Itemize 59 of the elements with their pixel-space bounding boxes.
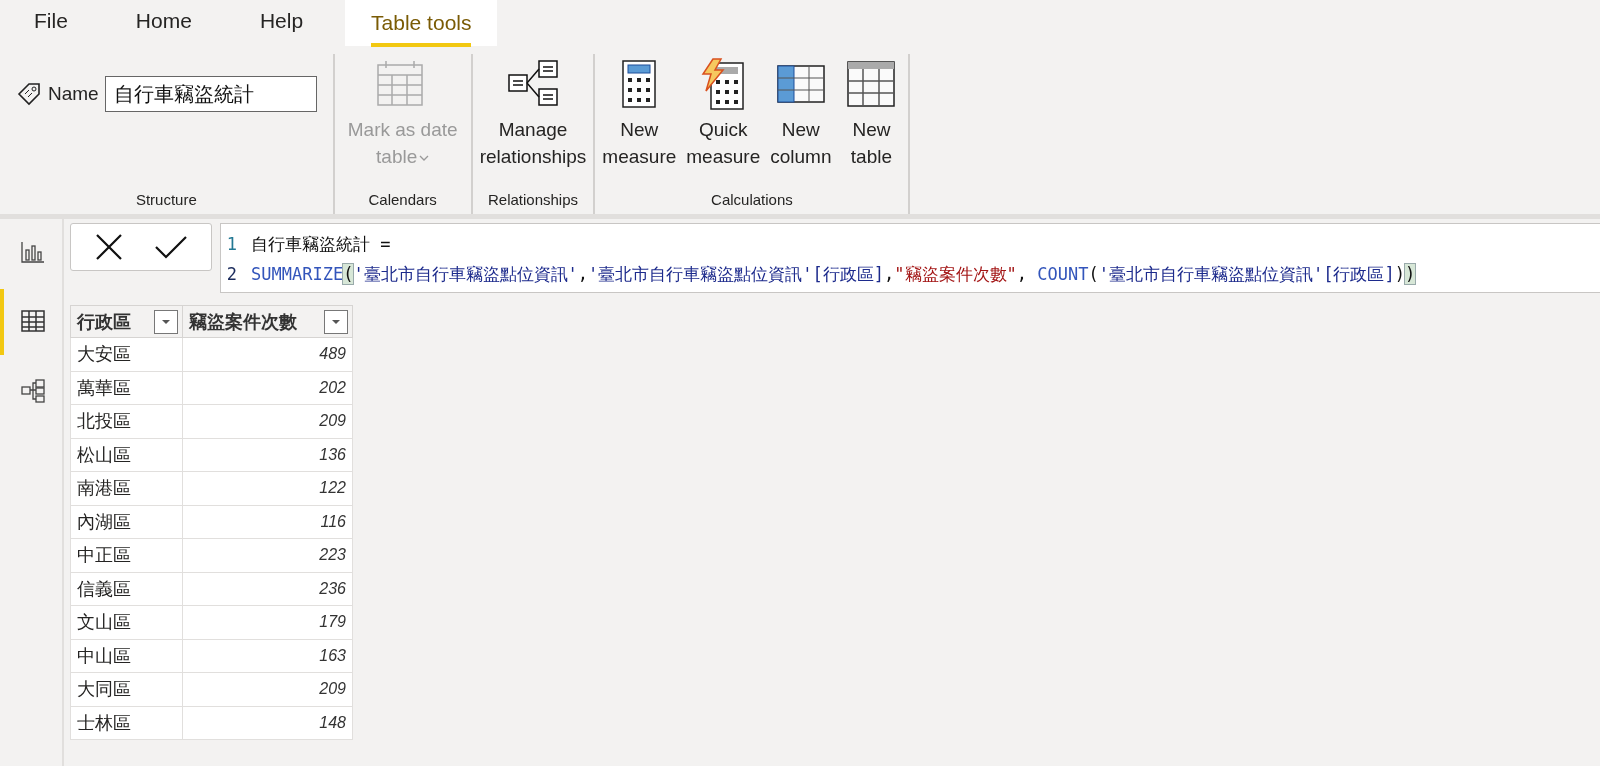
filter-dropdown-button[interactable] [324,309,348,334]
ribbon-button[interactable]: New table [838,56,905,172]
table-cell: 179 [182,605,353,639]
ribbon-tab[interactable]: Table tools [345,0,498,46]
table-cell: 116 [182,505,353,539]
group-label: Calendars [367,191,438,210]
calculator-icon [622,58,657,110]
code-line: SUMMARIZE('臺北市自行車竊盜點位資訊','臺北市自行車竊盜點位資訊'[行政區],"竊盜案件次數", COUNT('臺北市自行車竊盜點位資訊'[行政區])) [251,262,1416,286]
table-cell: 122 [182,471,353,505]
table-cell: 士林區 [70,706,183,740]
group-label: Relationships [487,191,580,210]
ribbon-tab[interactable]: Home [109,0,218,46]
table-cell: 松山區 [70,438,183,472]
code-line: 自行車竊盜統計 = [251,232,391,256]
table-cell: 136 [182,438,353,472]
ribbon-tab[interactable]: File [8,0,94,46]
table-cell: 中正區 [70,538,183,572]
line-number: 2 [225,264,237,284]
cancel-icon[interactable] [94,232,124,262]
table-cell: 大同區 [70,672,183,706]
lightning-calculator-icon [701,58,746,110]
column-header[interactable]: 竊盜案件次數 [182,305,353,338]
model-diagram-icon [21,379,45,403]
table-cell: 中山區 [70,639,183,673]
table-cell: 信義區 [70,572,183,606]
table-cell: 大安區 [70,337,183,371]
group-label: Structure [134,191,198,210]
ribbon-button[interactable]: Manage relationships [476,56,590,172]
table-cell: 209 [182,672,353,706]
checkmark-icon[interactable] [154,235,188,259]
filter-dropdown-button[interactable] [154,309,178,334]
table-cell: 北投區 [70,404,183,438]
table-cell: 內湖區 [70,505,183,539]
ribbon-button[interactable]: New column [767,56,835,172]
table-cell: 489 [182,337,353,371]
table-cell: 南港區 [70,471,183,505]
table-cell: 文山區 [70,605,183,639]
line-number: 1 [225,234,237,254]
table-cell: 148 [182,706,353,740]
name-label: Name [48,83,99,105]
ribbon-tab[interactable]: Help [233,0,330,46]
table-cell: 163 [182,639,353,673]
table-cell: 202 [182,371,353,405]
ribbon-button[interactable]: Quick measure [683,56,764,172]
column-header[interactable]: 行政區 [70,305,183,338]
table-grid-icon [847,58,896,110]
table-cell: 223 [182,538,353,572]
caret-icon [331,318,341,325]
table-cell: 209 [182,404,353,438]
tag-icon [16,81,42,107]
group-label: Calculations [710,191,794,210]
ribbon-button[interactable]: New measure [599,56,680,172]
table-grid-icon [21,310,45,334]
name-field[interactable]: 自行車竊盜統計 [104,76,317,112]
table-cell: 萬華區 [70,371,183,405]
formula-editor[interactable]: 1 自行車竊盜統計 = 2 SUMMARIZE('臺北市自行車竊盜點位資訊','臺北市自行車竊盜點位資訊'[行政區],"竊盜案件次數", COUNT('臺北市自行車竊盜點位資訊'[行政區])) [220,223,1600,293]
bar-chart-icon [21,241,45,265]
table-cell: 236 [182,572,353,606]
caret-icon [161,318,171,325]
